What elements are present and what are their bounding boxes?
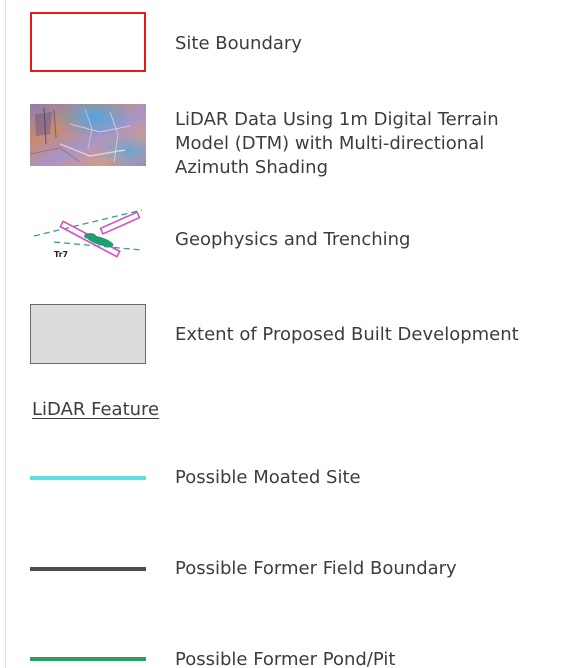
map-legend: Site Boundary LiDAR Data Using 1m Digita… bbox=[0, 0, 574, 668]
built-development-symbol bbox=[30, 304, 146, 364]
moated-site-label: Possible Moated Site bbox=[175, 467, 361, 488]
built-development-label: Extent of Proposed Built Development bbox=[175, 324, 519, 345]
geophysics-symbol: Tr7 bbox=[30, 206, 146, 272]
cyan-line-icon bbox=[30, 476, 146, 480]
lidar-data-label: LiDAR Data Using 1m Digital Terrain Mode… bbox=[175, 109, 499, 178]
site-boundary-symbol bbox=[30, 12, 146, 72]
grey-fill-box-icon bbox=[30, 304, 146, 364]
pond-pit-symbol bbox=[30, 648, 146, 668]
dark-grey-line-icon bbox=[30, 567, 146, 571]
site-boundary-label: Site Boundary bbox=[175, 33, 302, 54]
geophysics-trench-icon: Tr7 bbox=[33, 209, 143, 259]
field-boundary-label: Possible Former Field Boundary bbox=[175, 558, 457, 579]
lidar-hillshade-icon bbox=[29, 104, 146, 166]
moated-site-symbol bbox=[30, 466, 146, 490]
lidar-feature-heading: LiDAR Feature bbox=[32, 399, 160, 420]
geophysics-label: Geophysics and Trenching bbox=[175, 229, 411, 250]
field-boundary-symbol bbox=[30, 557, 146, 581]
pond-pit-label: Possible Former Pond/Pit bbox=[175, 649, 396, 668]
green-line-icon bbox=[30, 657, 146, 661]
lidar-swatch bbox=[29, 104, 146, 170]
red-outline-box-icon bbox=[30, 12, 146, 72]
trench-label: Tr7 bbox=[54, 250, 68, 259]
